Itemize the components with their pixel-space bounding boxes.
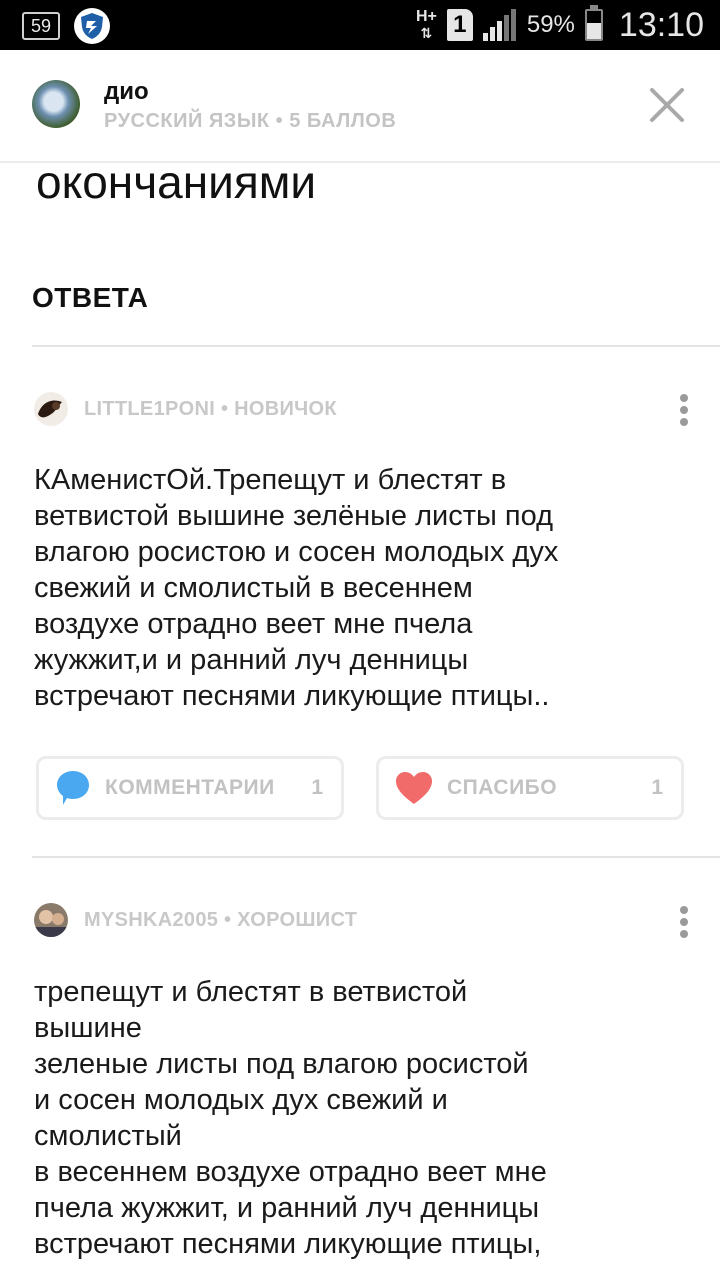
subject-points: РУССКИЙ ЯЗЫК • 5 БАЛЛОВ bbox=[104, 110, 397, 132]
avatar[interactable] bbox=[34, 392, 68, 426]
sim-card-icon: 1 bbox=[446, 9, 473, 41]
battery-percent: 59% bbox=[526, 11, 575, 38]
battery-icon bbox=[584, 5, 603, 41]
network-type-icon: H+ ⇅ bbox=[415, 8, 437, 42]
clock: 13:10 bbox=[618, 5, 704, 44]
comments-count: 1 bbox=[311, 776, 323, 799]
avatar[interactable] bbox=[32, 80, 80, 128]
more-options-icon[interactable] bbox=[674, 902, 694, 942]
avatar[interactable] bbox=[34, 903, 68, 937]
comments-button[interactable]: КОММЕНТАРИИ 1 bbox=[36, 756, 344, 820]
question-header: дио РУССКИЙ ЯЗЫК • 5 БАЛЛОВ bbox=[0, 50, 720, 163]
answers-heading: ОТВЕТА bbox=[32, 282, 149, 313]
status-bar: 59 H+ ⇅ 1 59% 13:10 bbox=[0, 0, 720, 50]
answer-text: КАменистОй.Трепещут и блестят в ветвисто… bbox=[34, 464, 559, 712]
signal-strength-icon bbox=[482, 9, 516, 41]
divider bbox=[32, 345, 720, 347]
answer-text: трепещут и блестят в ветвистой вышине зе… bbox=[34, 976, 547, 1260]
heart-icon bbox=[396, 772, 432, 804]
divider bbox=[32, 856, 720, 858]
answer-author[interactable]: MYSHKA2005 • ХОРОШИСТ bbox=[34, 903, 357, 937]
thanks-button[interactable]: СПАСИБО 1 bbox=[376, 756, 684, 820]
notification-count-icon: 59 bbox=[22, 12, 60, 40]
answer-author[interactable]: LITTLE1PONI • НОВИЧОК bbox=[34, 392, 337, 426]
comment-icon bbox=[57, 771, 89, 805]
question-text: окончаниями bbox=[36, 156, 317, 208]
asker-name[interactable]: дио bbox=[104, 78, 149, 106]
close-icon[interactable] bbox=[646, 84, 688, 126]
more-options-icon[interactable] bbox=[674, 390, 694, 430]
shield-app-icon bbox=[74, 8, 110, 44]
thanks-count: 1 bbox=[651, 776, 663, 799]
